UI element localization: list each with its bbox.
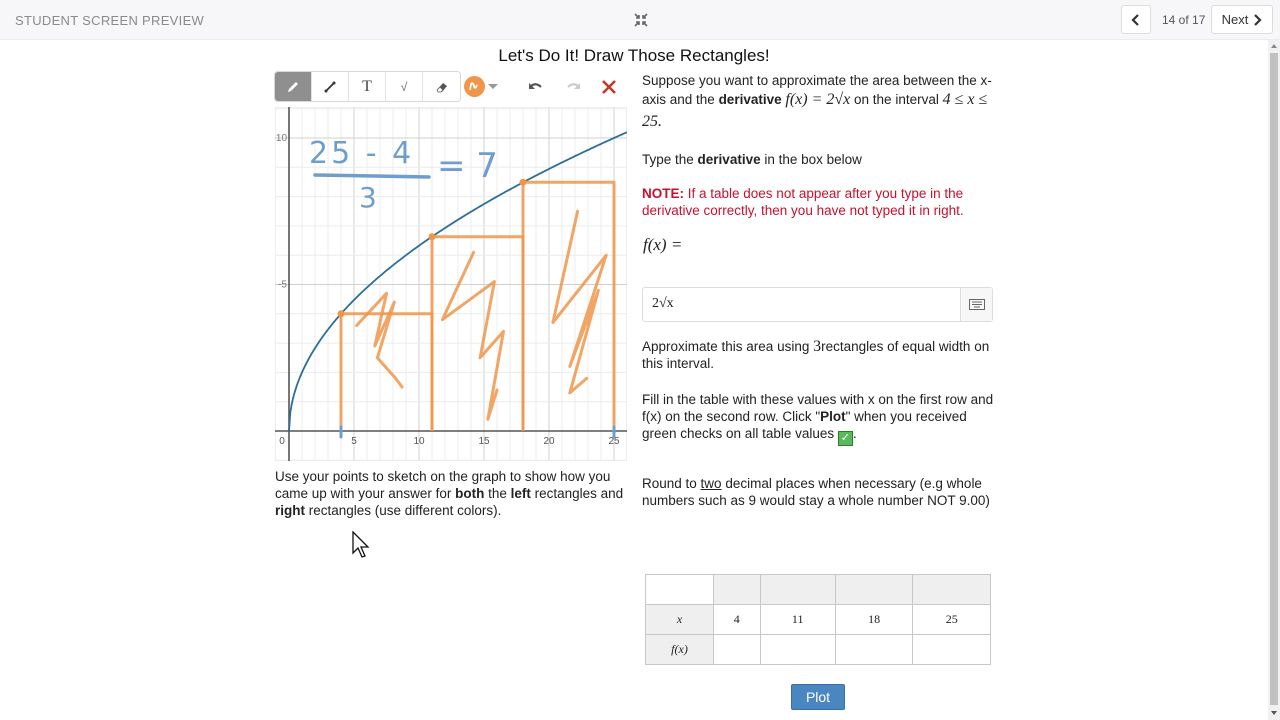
x-tick-label: 5 — [351, 436, 357, 447]
keyboard-icon — [968, 299, 985, 310]
chevron-left-icon — [1131, 13, 1139, 26]
note-text: NOTE: If a table does not appear after y… — [642, 186, 964, 218]
sqrt-icon: √ — [400, 79, 408, 94]
derivative-input-value: 2√x — [652, 296, 674, 311]
eraser-icon — [436, 82, 447, 92]
chevron-right-icon — [1254, 13, 1262, 26]
x-value-cell[interactable]: 25 — [912, 604, 991, 635]
redo-icon[interactable] — [563, 77, 583, 97]
x-tick-label: 0 — [279, 436, 285, 447]
scrollbar-thumb[interactable] — [1270, 53, 1278, 705]
green-check-icon: ✓ — [837, 431, 853, 446]
table-instruction: Fill in the table with these values with… — [642, 392, 994, 446]
x-value-cell[interactable]: 4 — [713, 604, 761, 635]
fx-label: f(x) = — [643, 235, 683, 254]
table-row-x: x 4 11 18 25 — [645, 604, 991, 635]
sketch-point — [519, 178, 527, 186]
sketch-point — [337, 310, 345, 318]
function-expression: f(x) = 2√x — [785, 91, 851, 108]
next-label: Next — [1221, 12, 1249, 27]
handwritten-denominator: 3 — [359, 181, 377, 214]
problem-statement: Suppose you want to approximate the area… — [642, 73, 992, 130]
page-title: Let's Do It! Draw Those Rectangles! — [498, 46, 770, 65]
next-button[interactable]: Next — [1211, 5, 1273, 34]
keyboard-button[interactable] — [960, 288, 992, 321]
y-tick-label: -5 — [278, 280, 287, 291]
sketch-point — [428, 233, 436, 241]
fx-value-cell[interactable] — [713, 634, 761, 665]
top-bar: STUDENT SCREEN PREVIEW 14 of 17 Next — [0, 0, 1280, 40]
table-row-fx: f(x) — [645, 634, 991, 665]
table-header-cell — [912, 574, 991, 605]
table-header-row — [645, 574, 991, 605]
table-header-cell — [834, 574, 914, 605]
rounding-instruction: Round to two decimal places when necessa… — [642, 476, 990, 508]
scroll-down-arrow-icon[interactable] — [1271, 711, 1277, 715]
x-value-cell[interactable]: 18 — [834, 604, 914, 635]
pencil-tool-button[interactable] — [275, 72, 312, 101]
row-label-fx: f(x) — [645, 634, 714, 665]
math-tool-button[interactable]: √ — [386, 72, 423, 101]
x-tick-label: 20 — [543, 436, 555, 447]
values-table: x 4 11 18 25 f(x) — [645, 574, 991, 665]
text-tool-button[interactable]: T — [349, 72, 386, 101]
close-icon[interactable] — [599, 77, 619, 97]
derivative-instruction: Type the derivative in the box below — [642, 152, 862, 167]
line-icon — [324, 81, 336, 92]
sketch-instructions: Use your points to sketch on the graph t… — [275, 469, 624, 518]
fx-value-cell[interactable] — [834, 634, 914, 665]
table-corner-cell — [645, 574, 714, 605]
scrollbar[interactable] — [1268, 40, 1280, 720]
previous-button[interactable] — [1121, 5, 1151, 34]
fx-value-cell[interactable] — [912, 634, 991, 665]
x-value-cell[interactable]: 11 — [759, 604, 836, 635]
x-tick-label: 15 — [478, 436, 490, 447]
eraser-tool-button[interactable] — [423, 72, 460, 101]
color-dropdown-caret[interactable] — [488, 84, 498, 89]
mouse-cursor-icon — [352, 531, 370, 558]
undo-icon[interactable] — [526, 77, 546, 97]
table-header-cell — [759, 574, 836, 605]
color-picker-button[interactable] — [464, 76, 485, 97]
pencil-icon — [288, 81, 298, 92]
text-icon: T — [362, 77, 372, 95]
screen-title: STUDENT SCREEN PREVIEW — [15, 13, 205, 28]
derivative-input[interactable]: 2√x — [642, 287, 993, 322]
collapse-arrows-icon[interactable] — [632, 11, 650, 29]
fx-value-cell[interactable] — [759, 634, 836, 665]
row-label-x: x — [645, 604, 714, 635]
handwritten-numerator: 25 - 4 — [309, 136, 414, 171]
x-tick-label: 10 — [413, 436, 425, 447]
y-tick-label: -10 — [275, 133, 287, 144]
handwritten-result: = 7 — [437, 146, 498, 186]
squiggle-icon — [469, 82, 478, 91]
page-indicator: 14 of 17 — [1162, 13, 1206, 27]
rectangles-instruction: Approximate this area using 3rectangles … — [642, 338, 990, 371]
handwritten-fraction-bar — [313, 173, 431, 179]
drawing-toolbar: T √ — [274, 71, 461, 102]
scroll-up-arrow-icon[interactable] — [1271, 44, 1277, 48]
plot-button[interactable]: Plot — [791, 684, 845, 710]
line-tool-button[interactable] — [312, 72, 349, 101]
table-header-cell — [713, 574, 761, 605]
sketch-graph[interactable]: 0510152025-5-1025 - 43= 7 — [275, 107, 627, 461]
